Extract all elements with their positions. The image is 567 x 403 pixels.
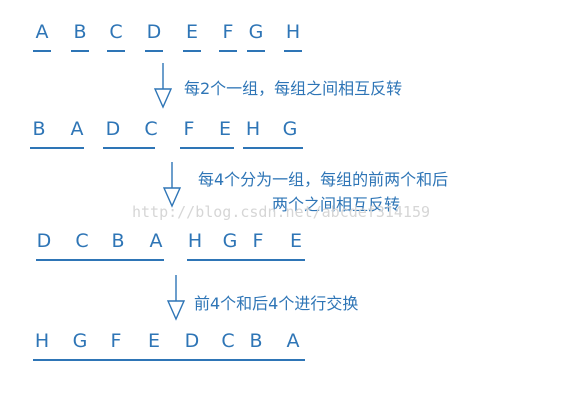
row-2-letter: B bbox=[111, 230, 125, 252]
row-0-letter: H bbox=[285, 21, 301, 43]
row-3-letter: E bbox=[147, 330, 161, 352]
row-3-letter: H bbox=[34, 330, 50, 352]
row-3-underline bbox=[33, 359, 305, 361]
row-1-letter: E bbox=[218, 118, 232, 140]
down-arrow-icon bbox=[166, 275, 186, 321]
row-3-letter: G bbox=[72, 330, 88, 352]
row-2-letter: A bbox=[149, 230, 163, 252]
row-3-letter: C bbox=[221, 330, 235, 352]
row-0-letter: A bbox=[35, 21, 49, 43]
row-0-letter: E bbox=[185, 21, 199, 43]
row-1-letter: H bbox=[245, 118, 261, 140]
step-1-caption: 每2个一组，每组之间相互反转 bbox=[184, 79, 403, 98]
row-2-letter: D bbox=[36, 230, 52, 252]
row-0-letter: G bbox=[248, 21, 264, 43]
row-1-letter: F bbox=[183, 118, 195, 140]
row-0-underline bbox=[33, 50, 51, 52]
row-2-letter: G bbox=[222, 230, 238, 252]
row-0-underline bbox=[247, 50, 265, 52]
row-1-letter: C bbox=[144, 118, 158, 140]
down-arrow-icon bbox=[153, 63, 173, 109]
row-1-underline bbox=[180, 147, 234, 149]
row-1-letter: G bbox=[282, 118, 298, 140]
row-3-letter: B bbox=[249, 330, 263, 352]
row-2-letter: F bbox=[252, 230, 264, 252]
watermark: http://blog.csdn.net/abcdef314159 bbox=[132, 203, 431, 221]
row-0-underline bbox=[183, 50, 201, 52]
row-0-letter: B bbox=[73, 21, 87, 43]
row-3-letter: D bbox=[184, 330, 200, 352]
row-2-letter: C bbox=[75, 230, 89, 252]
row-2-letter: E bbox=[289, 230, 303, 252]
row-3-letter: F bbox=[110, 330, 122, 352]
step-2-caption-line-1: 每4个分为一组，每组的前两个和后 bbox=[198, 170, 449, 189]
row-3-letter: A bbox=[286, 330, 300, 352]
row-0-underline bbox=[219, 50, 237, 52]
step-3-caption: 前4个和后4个进行交换 bbox=[194, 294, 359, 313]
row-0-underline bbox=[71, 50, 89, 52]
row-0-letter: C bbox=[109, 21, 123, 43]
row-0-underline bbox=[145, 50, 163, 52]
row-0-letter: F bbox=[222, 21, 234, 43]
row-0-letter: D bbox=[146, 21, 162, 43]
row-1-letter: A bbox=[70, 118, 84, 140]
row-1-letter: D bbox=[105, 118, 121, 140]
diagram: A B C D E F G H 每2个一组，每组之间相互反转 B A D C F… bbox=[0, 0, 567, 403]
row-1-underline bbox=[243, 147, 303, 149]
row-2-underline bbox=[36, 259, 164, 261]
row-2-underline bbox=[187, 259, 305, 261]
down-arrow-icon bbox=[162, 162, 182, 208]
row-2-letter: H bbox=[187, 230, 203, 252]
row-1-underline bbox=[30, 147, 84, 149]
row-1-underline bbox=[103, 147, 155, 149]
row-0-underline bbox=[284, 50, 302, 52]
row-0-underline bbox=[107, 50, 125, 52]
row-1-letter: B bbox=[32, 118, 46, 140]
